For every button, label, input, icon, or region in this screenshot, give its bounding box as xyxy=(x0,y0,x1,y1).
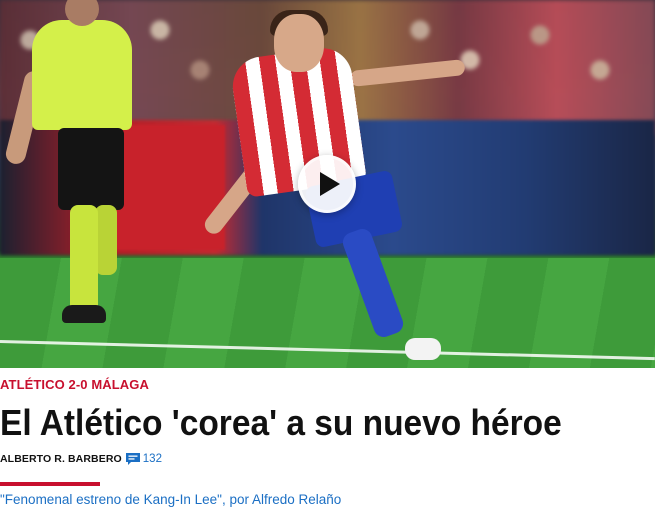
byline: ALBERTO R. BARBERO 132 xyxy=(0,452,162,466)
related-article-link[interactable]: "Fenomenal estreno de Kang-In Lee", por … xyxy=(0,492,341,507)
video-play-button[interactable] xyxy=(298,155,356,213)
section-divider xyxy=(0,482,100,486)
article-headline[interactable]: El Atlético 'corea' a su nuevo héroe xyxy=(0,400,605,446)
author-name[interactable]: ALBERTO R. BARBERO xyxy=(0,453,122,465)
article-kicker[interactable]: ATLÉTICO 2-0 MÁLAGA xyxy=(0,377,149,392)
comment-count: 132 xyxy=(142,453,162,465)
hero-photo[interactable] xyxy=(0,0,655,368)
comments-link[interactable]: 132 xyxy=(125,452,162,466)
play-icon xyxy=(319,172,340,196)
comment-icon xyxy=(125,453,140,465)
referee-figure xyxy=(3,0,160,330)
